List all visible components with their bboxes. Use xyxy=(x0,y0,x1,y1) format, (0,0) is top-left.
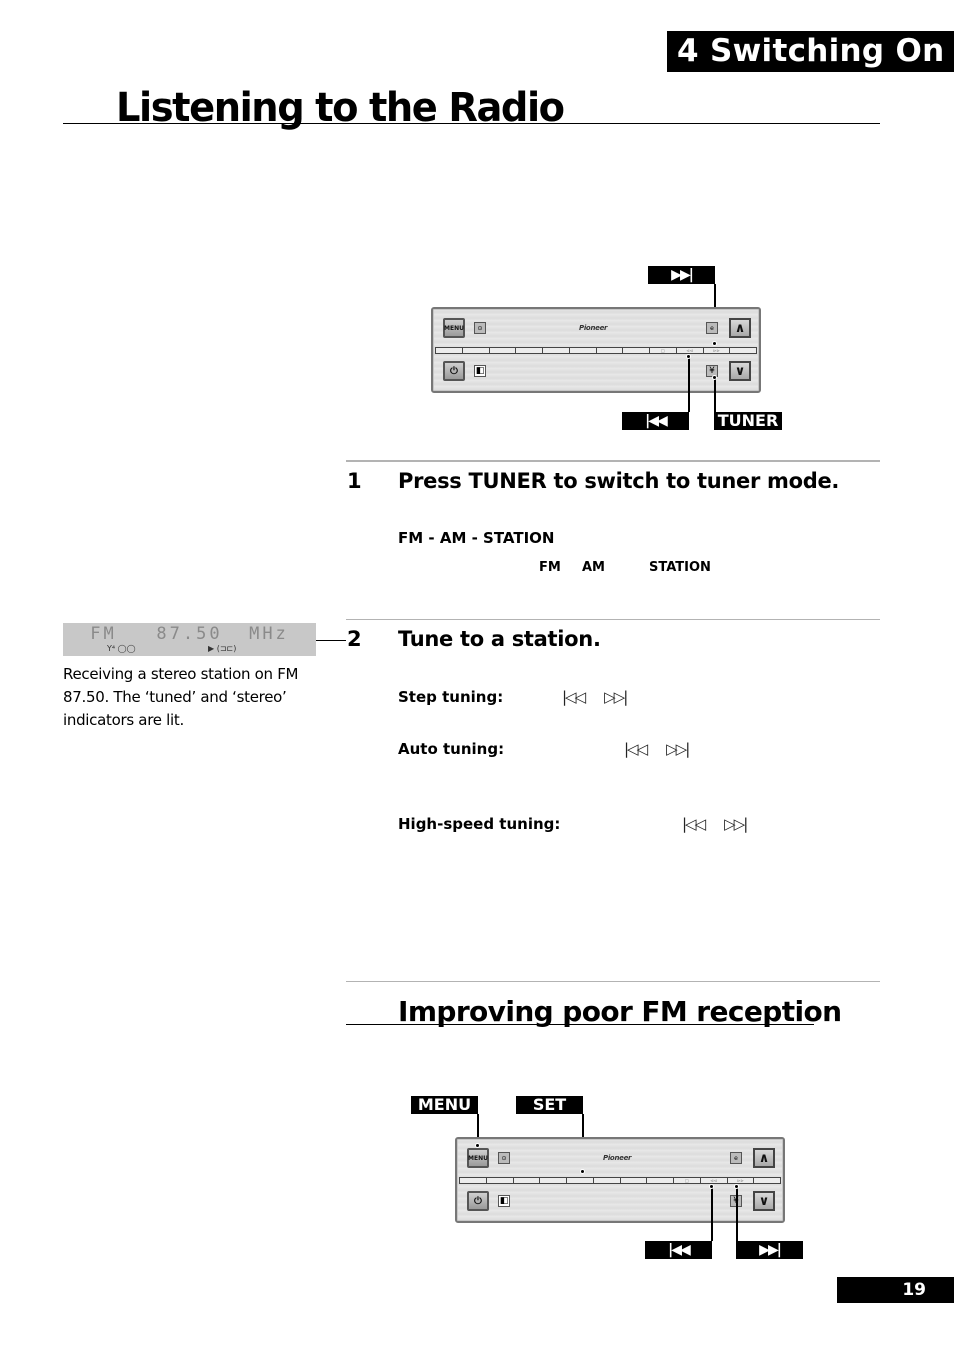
next-callout-label: ▶▶| xyxy=(736,1241,803,1259)
mode-sequence: FM - AM - STATION xyxy=(398,529,555,547)
display-button[interactable]: ◧ xyxy=(474,365,486,377)
next-leader-line xyxy=(736,1186,738,1241)
enter-button[interactable]: e xyxy=(706,322,718,334)
step2-divider xyxy=(346,619,880,620)
enter-button[interactable]: e xyxy=(730,1152,742,1164)
tuned-indicator: Y⁴ ◯◯ xyxy=(107,644,136,653)
high-speed-tuning-label: High-speed tuning: xyxy=(398,815,561,833)
prev-leader-dot xyxy=(709,1184,714,1189)
step-tuning-icons: |◁◁ ▷▷| xyxy=(562,688,646,706)
menu-callout-label: MENU xyxy=(411,1096,478,1114)
prev-leader-line xyxy=(688,356,690,412)
up-button[interactable]: ∧ xyxy=(753,1148,775,1168)
high-speed-tuning-icons: |◁◁ ▷▷| xyxy=(682,815,766,833)
down-button[interactable]: ∨ xyxy=(729,361,751,381)
next-icon: ▷▷| xyxy=(666,740,690,758)
stereo-indicator: ▶ (⊐⊏) xyxy=(208,644,237,653)
display-readout: FM 87.50 MHz xyxy=(63,624,316,644)
menu-leader-dot xyxy=(475,1143,480,1148)
pioneer-logo: Pioneer xyxy=(579,324,608,332)
set-button[interactable]: ⊙ xyxy=(474,322,486,334)
next-callout-label: ▶▶| xyxy=(648,266,715,284)
prev-callout-label: |◀◀ xyxy=(645,1241,712,1259)
auto-tuning-label: Auto tuning: xyxy=(398,740,505,758)
receiver-front-panel: MENU ⊙ Pioneer e ∧ □ ⊲⊲ ⊳⊳ ⏻ ◧ ¥ ∨ xyxy=(431,307,761,393)
next-leader-dot xyxy=(734,1184,739,1189)
step2-heading: Tune to a station. xyxy=(398,627,601,651)
prev-icon: |◁◁ xyxy=(682,815,706,833)
up-button[interactable]: ∧ xyxy=(729,318,751,338)
front-panel-display: FM 87.50 MHz Y⁴ ◯◯ ▶ (⊐⊏) xyxy=(63,623,316,656)
mode-station: STATION xyxy=(649,560,711,575)
set-callout-label: SET xyxy=(516,1096,583,1114)
power-button[interactable]: ⏻ xyxy=(443,361,465,381)
tuner-callout-label: TUNER xyxy=(714,412,782,430)
next-icon: ▷▷| xyxy=(724,815,748,833)
display-caption: Receiving a stereo station on FM 87.50. … xyxy=(63,665,299,729)
display-frequency: 87.50 xyxy=(156,624,223,644)
display-unit: MHz xyxy=(249,624,289,644)
set-leader-dot xyxy=(580,1169,585,1174)
prev-icon: |◁◁ xyxy=(562,688,586,706)
display-button[interactable]: ◧ xyxy=(498,1195,510,1207)
step1-heading: Press TUNER to switch to tuner mode. xyxy=(398,469,840,493)
next-icon: ▷▷| xyxy=(604,688,628,706)
chapter-tab: 4 Switching On xyxy=(667,31,954,72)
function-strip: □ ⊲⊲ ⊳⊳ xyxy=(459,1177,781,1184)
display-band: FM xyxy=(90,624,117,644)
prev-icon: |◁◁ xyxy=(624,740,648,758)
next-leader-dot xyxy=(712,341,717,346)
function-strip: □ ⊲⊲ ⊳⊳ xyxy=(435,347,757,354)
prev-leader-dot xyxy=(686,354,691,359)
prev-leader-line xyxy=(711,1186,713,1241)
page-title: Listening to the Radio xyxy=(116,85,565,131)
display-leader-line xyxy=(316,640,346,641)
mode-fm: FM xyxy=(539,560,561,575)
step-tuning-label: Step tuning: xyxy=(398,688,504,706)
tuner-leader-line xyxy=(714,377,716,412)
pioneer-logo: Pioneer xyxy=(603,1154,632,1162)
auto-tuning-icons: |◁◁ ▷▷| xyxy=(624,740,708,758)
page-number: 19 xyxy=(837,1277,954,1303)
down-button[interactable]: ∨ xyxy=(753,1191,775,1211)
tuner-leader-dot xyxy=(712,375,717,380)
step1-divider xyxy=(346,460,880,462)
step2-number: 2 xyxy=(347,627,362,651)
set-button[interactable]: ⊙ xyxy=(498,1152,510,1164)
power-button[interactable]: ⏻ xyxy=(467,1191,489,1211)
title-rule xyxy=(63,123,880,124)
menu-button[interactable]: MENU xyxy=(467,1148,489,1168)
section-title-rule xyxy=(346,1024,814,1025)
step1-number: 1 xyxy=(347,469,362,493)
mode-am: AM xyxy=(582,560,605,575)
menu-button[interactable]: MENU xyxy=(443,318,465,338)
section2-divider xyxy=(346,981,880,982)
prev-callout-label: |◀◀ xyxy=(622,412,689,430)
